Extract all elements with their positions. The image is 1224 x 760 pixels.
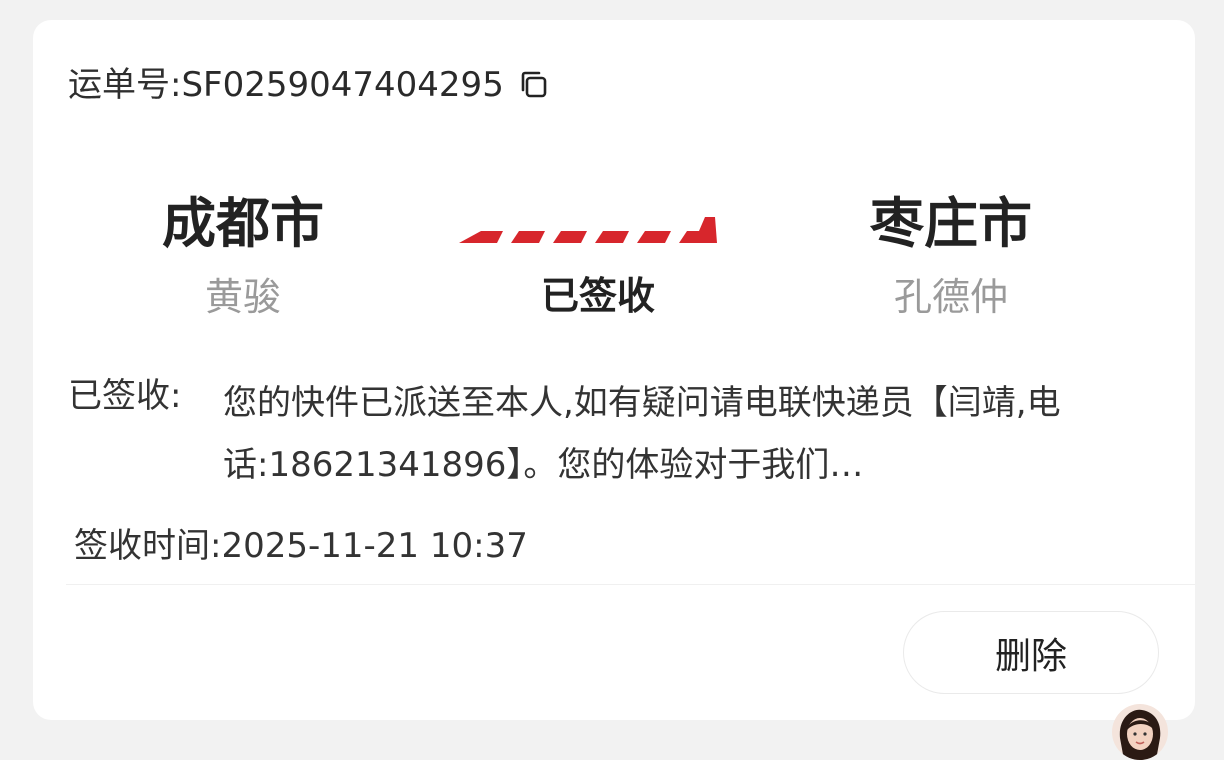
copy-icon[interactable] bbox=[518, 69, 550, 101]
detail-message: 您的快件已派送至本人,如有疑问请电联快递员【闫靖,电话:18621341896】… bbox=[223, 383, 1061, 485]
delivery-status: 已签收 bbox=[540, 274, 655, 318]
waybill-card[interactable]: 运单号: SF0259047404295 成都市 黄骏 已签收 枣庄市 孔德仲 … bbox=[33, 20, 1195, 720]
destination-city: 枣庄市 bbox=[870, 192, 1032, 255]
sign-time: 签收时间:2025-11-21 10:37 bbox=[74, 526, 528, 566]
assistant-avatar[interactable] bbox=[1112, 704, 1168, 760]
sender-name: 黄骏 bbox=[204, 275, 281, 319]
detail-status-label: 已签收: bbox=[68, 376, 182, 416]
delete-button[interactable]: 删除 bbox=[903, 611, 1159, 694]
route-arrow-icon bbox=[459, 217, 717, 243]
divider bbox=[66, 584, 1195, 585]
waybill-label: 运单号: bbox=[68, 65, 182, 105]
waybill-row: 运单号: SF0259047404295 bbox=[68, 68, 550, 102]
waybill-number: SF0259047404295 bbox=[181, 65, 504, 105]
origin-city: 成都市 bbox=[162, 192, 324, 255]
recipient-name: 孔德仲 bbox=[893, 275, 1008, 319]
